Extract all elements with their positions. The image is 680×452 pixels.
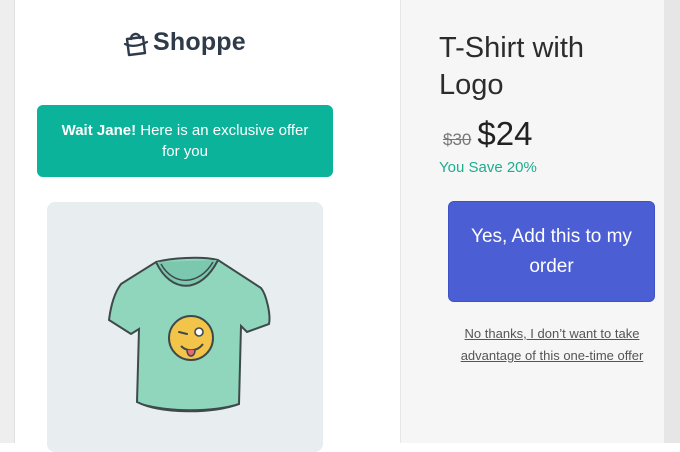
right-gutter — [664, 0, 680, 443]
savings-text: You Save 20% — [439, 159, 537, 176]
banner-text: Wait Jane! Here is an exclusive offer fo… — [57, 120, 313, 162]
exclusive-offer-banner: Wait Jane! Here is an exclusive offer fo… — [37, 105, 333, 177]
product-title: T-Shirt with Logo — [439, 32, 585, 101]
price-row: $30 $24 — [443, 115, 532, 153]
brand-logo: Shoppe — [121, 28, 246, 57]
banner-message: Here is an exclusive offer for you — [136, 122, 309, 160]
accept-offer-button[interactable]: Yes, Add this to my order — [448, 201, 655, 302]
upsell-page: Shoppe Wait Jane! Here is an exclusive o… — [0, 0, 680, 452]
accept-offer-label: Yes, Add this to my order — [471, 225, 632, 277]
left-gutter — [0, 0, 15, 443]
shopping-bag-icon — [123, 32, 149, 56]
tshirt-icon — [107, 256, 271, 413]
offer-price: $24 — [477, 115, 533, 152]
product-image-card — [47, 202, 323, 452]
decline-offer-link[interactable]: No thanks, I don’t want to take advantag… — [445, 323, 659, 367]
original-price: $30 — [443, 130, 472, 149]
product-media-panel: Shoppe Wait Jane! Here is an exclusive o… — [15, 0, 400, 452]
banner-greeting: Wait Jane! — [61, 122, 137, 139]
brand-name: Shoppe — [153, 28, 246, 56]
offer-details-panel: T-Shirt with Logo $30 $24 You Save 20% Y… — [400, 0, 665, 443]
